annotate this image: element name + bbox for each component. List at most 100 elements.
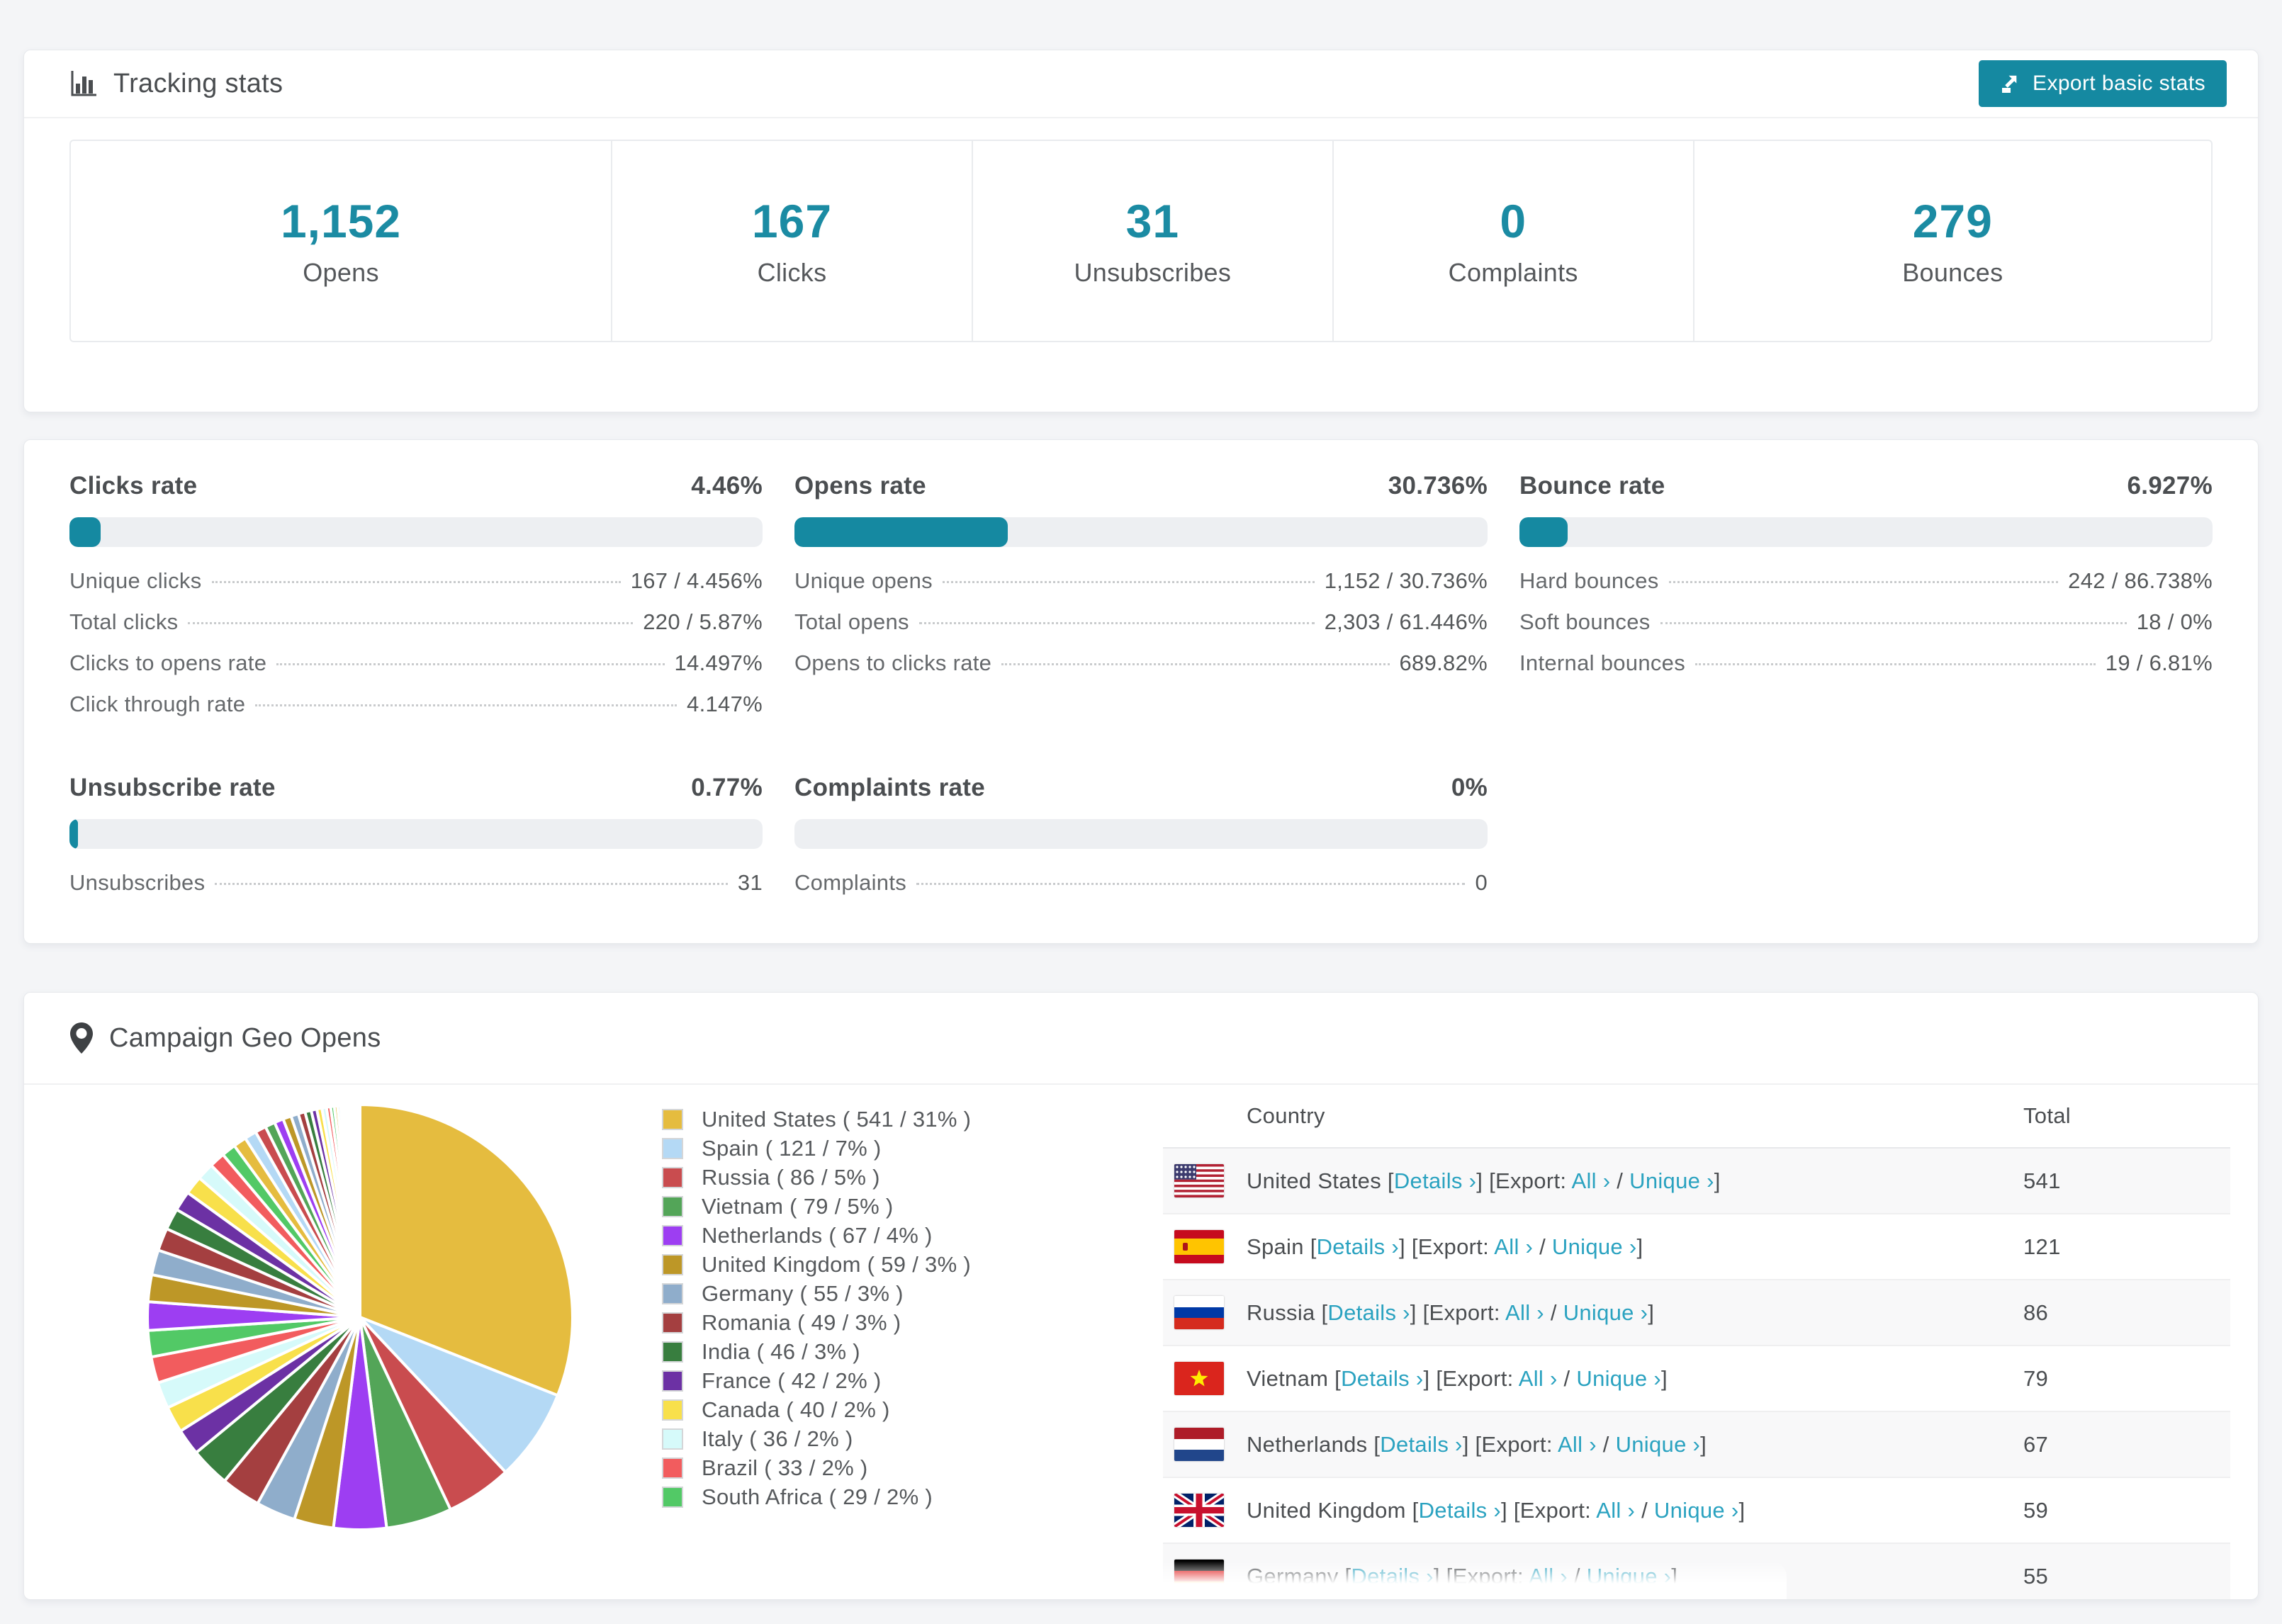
stat-label: Unsubscribes (1074, 258, 1232, 287)
rate-row: Unique clicks 167 / 4.456% (69, 568, 763, 609)
country-cell: United Kingdom [Details ›] [Export: All … (1247, 1497, 1746, 1523)
rate-row-label: Internal bounces (1519, 650, 1686, 675)
export-all-link[interactable]: All › (1519, 1366, 1558, 1391)
country-flag-us (1174, 1164, 1224, 1197)
legend-item-romania: Romania ( 49 / 3% ) (662, 1308, 971, 1337)
legend-swatch (662, 1370, 683, 1392)
rate-value: 4.46% (691, 472, 763, 500)
rate-title: Bounce rate (1519, 472, 1665, 500)
export-basic-stats-button[interactable]: Export basic stats (1979, 60, 2227, 107)
campaign-geo-opens-card: Campaign Geo Opens United States ( 541 /… (23, 992, 2259, 1600)
table-row-netherlands: Netherlands [Details ›] [Export: All › /… (1163, 1412, 2230, 1478)
rate-row-dots (1695, 663, 2096, 665)
rate-row-label: Unique opens (794, 568, 933, 593)
rate-row: Hard bounces 242 / 86.738% (1519, 568, 2213, 609)
country-cell: Vietnam [Details ›] [Export: All › / Uni… (1247, 1365, 1668, 1391)
legend-swatch (662, 1486, 683, 1508)
legend-label: Russia ( 86 / 5% ) (702, 1164, 880, 1190)
legend-label: Canada ( 40 / 2% ) (702, 1397, 890, 1422)
rate-row-label: Complaints (794, 870, 907, 895)
legend-item-france: France ( 42 / 2% ) (662, 1366, 971, 1395)
rate-row-value: 0 (1475, 870, 1488, 895)
details-link[interactable]: Details › (1380, 1432, 1462, 1457)
total-cell: 67 (2023, 1431, 2049, 1457)
geo-body: United States ( 541 / 31% ) Spain ( 121 /… (24, 1085, 2258, 1599)
rate-row-dots (942, 581, 1315, 583)
rate-row-label: Opens to clicks rate (794, 650, 992, 675)
export-unique-link[interactable]: Unique › (1616, 1432, 1701, 1457)
geo-legend: United States ( 541 / 31% ) Spain ( 121 /… (662, 1105, 971, 1511)
stat-value: 0 (1500, 195, 1527, 247)
details-link[interactable]: Details › (1317, 1234, 1399, 1259)
export-all-link[interactable]: All › (1505, 1300, 1544, 1325)
country-cell: Netherlands [Details ›] [Export: All › /… (1247, 1431, 1707, 1457)
pie-slice-other[interactable] (358, 1103, 361, 1319)
legend-item-italy: Italy ( 36 / 2% ) (662, 1424, 971, 1453)
export-unique-link[interactable]: Unique › (1563, 1300, 1648, 1325)
rate-value: 6.927% (2127, 472, 2213, 500)
rate-row-dots (188, 622, 634, 624)
details-link[interactable]: Details › (1394, 1168, 1476, 1193)
rate-progress-fill (69, 517, 101, 547)
stat-label: Opens (303, 258, 379, 287)
tracking-stats-card: Tracking stats Export basic stats 1,152 O… (23, 50, 2259, 412)
rate-row-label: Soft bounces (1519, 609, 1651, 634)
legend-swatch (662, 1108, 683, 1130)
bar-chart-icon (69, 69, 98, 98)
details-link[interactable]: Details › (1419, 1498, 1501, 1523)
export-unique-link[interactable]: Unique › (1629, 1168, 1714, 1193)
export-all-link[interactable]: All › (1558, 1432, 1597, 1457)
details-link[interactable]: Details › (1341, 1366, 1423, 1391)
legend-label: Italy ( 36 / 2% ) (702, 1426, 853, 1451)
export-unique-link[interactable]: Unique › (1552, 1234, 1637, 1259)
rate-block-clicks-rate: Clicks rate 4.46% Unique clicks 167 / 4.456… (69, 472, 763, 733)
legend-swatch (662, 1341, 683, 1363)
legend-label: Romania ( 49 / 3% ) (702, 1309, 901, 1335)
table-row-united-kingdom: United Kingdom [Details ›] [Export: All … (1163, 1478, 2230, 1544)
stat-value: 167 (751, 195, 833, 247)
rate-progress (69, 819, 763, 849)
rate-row-value: 1,152 / 30.736% (1324, 568, 1488, 593)
country-cell: United States [Details ›] [Export: All ›… (1247, 1168, 1721, 1193)
tracking-stats-title: Tracking stats (113, 68, 283, 98)
export-all-link[interactable]: All › (1572, 1168, 1611, 1193)
rate-row-dots (1001, 663, 1390, 665)
legend-label: United States ( 541 / 31% ) (702, 1106, 972, 1132)
rate-row-value: 4.147% (687, 692, 763, 716)
rate-row: Total opens 2,303 / 61.446% (794, 609, 1488, 650)
legend-item-united-kingdom: United Kingdom ( 59 / 3% ) (662, 1250, 971, 1279)
legend-item-brazil: Brazil ( 33 / 2% ) (662, 1453, 971, 1482)
table-row-spain: Spain [Details ›] [Export: All › / Uniqu… (1163, 1214, 2230, 1280)
rate-row-value: 31 (737, 870, 763, 895)
details-link[interactable]: Details › (1351, 1564, 1433, 1589)
export-unique-link[interactable]: Unique › (1587, 1564, 1672, 1589)
rate-progress-fill (794, 517, 1008, 547)
rate-row: Clicks to opens rate 14.497% (69, 650, 763, 692)
export-all-link[interactable]: All › (1596, 1498, 1635, 1523)
rate-row-dots (255, 704, 678, 706)
export-unique-link[interactable]: Unique › (1576, 1366, 1661, 1391)
column-header-total: Total (2023, 1103, 2071, 1128)
export-icon (2000, 73, 2021, 94)
rate-row-value: 14.497% (674, 650, 763, 675)
tracking-stats-header: Tracking stats Export basic stats (24, 50, 2258, 118)
legend-swatch (662, 1282, 683, 1304)
table-row-germany: Germany [Details ›] [Export: All › / Uni… (1163, 1544, 2230, 1599)
rate-row-dots (1668, 581, 2059, 583)
export-all-link[interactable]: All › (1494, 1234, 1533, 1259)
legend-item-netherlands: Netherlands ( 67 / 4% ) (662, 1221, 971, 1250)
rate-row-label: Total opens (794, 609, 909, 634)
legend-item-canada: Canada ( 40 / 2% ) (662, 1395, 971, 1424)
rate-title: Clicks rate (69, 472, 198, 500)
legend-item-united-states: United States ( 541 / 31% ) (662, 1105, 971, 1134)
stat-label: Bounces (1902, 258, 2003, 287)
export-unique-link[interactable]: Unique › (1654, 1498, 1739, 1523)
geo-pie-chart (140, 1098, 580, 1537)
stat-value: 31 (1125, 195, 1180, 247)
rate-row: Internal bounces 19 / 6.81% (1519, 650, 2213, 692)
country-cell: Russia [Details ›] [Export: All › / Uniq… (1247, 1299, 1655, 1325)
rate-progress (794, 819, 1488, 849)
export-all-link[interactable]: All › (1529, 1564, 1568, 1589)
details-link[interactable]: Details › (1327, 1300, 1410, 1325)
rate-progress (794, 517, 1488, 547)
